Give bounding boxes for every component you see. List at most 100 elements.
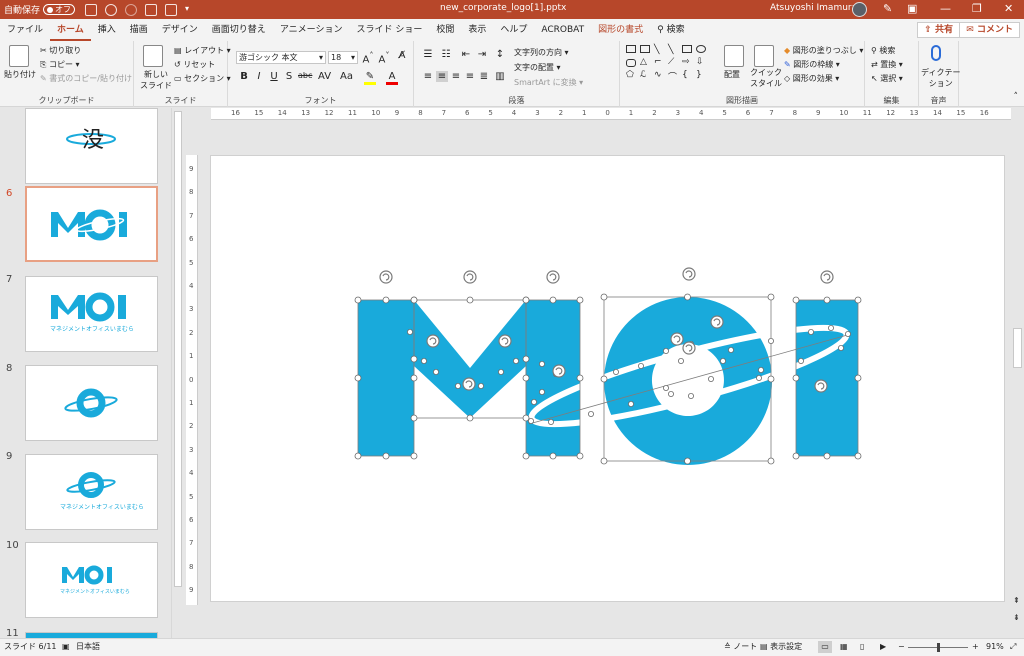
rotate-handle-icon[interactable] bbox=[463, 270, 477, 284]
vertex-handle[interactable] bbox=[477, 382, 484, 389]
triangle-shape-icon[interactable]: △ bbox=[640, 57, 647, 67]
brace-left-shape-icon[interactable]: { bbox=[682, 70, 688, 80]
decrease-indent-icon[interactable]: ⇤ bbox=[460, 49, 472, 60]
tab-file[interactable]: ファイル bbox=[0, 19, 50, 41]
resize-handle[interactable] bbox=[522, 414, 530, 422]
reading-view-icon[interactable]: ▯ bbox=[860, 639, 864, 655]
collapse-ribbon-icon[interactable]: ˄ bbox=[1014, 92, 1019, 102]
resize-handle[interactable] bbox=[823, 296, 831, 304]
resize-handle[interactable] bbox=[410, 374, 418, 382]
zoom-slider[interactable] bbox=[908, 643, 968, 652]
vertex-handle[interactable] bbox=[662, 347, 669, 354]
resize-handle[interactable] bbox=[410, 296, 418, 304]
new-slide-icon[interactable] bbox=[143, 45, 163, 67]
rotate-handle-icon[interactable] bbox=[552, 364, 566, 378]
thumbnails-scrollbar[interactable] bbox=[171, 108, 183, 638]
vertex-handle[interactable] bbox=[719, 357, 726, 364]
find-button[interactable]: ⚲ 検索 bbox=[871, 45, 895, 56]
shrink-font-icon[interactable]: A˅ bbox=[378, 50, 390, 65]
format-painter-button[interactable]: ✎ 書式のコピー/貼り付け bbox=[40, 73, 132, 84]
vertical-textbox-shape-icon[interactable] bbox=[640, 45, 650, 53]
resize-handle[interactable] bbox=[410, 452, 418, 460]
strikethrough-button[interactable]: abc bbox=[298, 71, 312, 80]
slide-thumbnail-6[interactable] bbox=[25, 186, 158, 262]
vertex-handle[interactable] bbox=[538, 360, 545, 367]
align-right-icon[interactable]: ≡ bbox=[450, 71, 462, 82]
resize-handle[interactable] bbox=[600, 375, 608, 383]
arrow-shape-icon[interactable]: ╲ bbox=[668, 45, 673, 55]
rounded-rect-shape-icon[interactable] bbox=[626, 59, 636, 67]
vertex-handle[interactable] bbox=[707, 375, 714, 382]
rotate-handle-icon[interactable] bbox=[710, 315, 724, 329]
resize-handle[interactable] bbox=[823, 452, 831, 460]
microphone-icon[interactable] bbox=[931, 45, 941, 61]
resize-handle[interactable] bbox=[854, 296, 862, 304]
shadow-button[interactable]: S bbox=[283, 71, 295, 82]
bold-button[interactable]: B bbox=[238, 71, 250, 82]
increase-indent-icon[interactable]: ⇥ bbox=[476, 49, 488, 60]
vertex-handle[interactable] bbox=[612, 368, 619, 375]
rotate-handle-icon[interactable] bbox=[498, 334, 512, 348]
resize-handle[interactable] bbox=[854, 452, 862, 460]
shape-fill-button[interactable]: ◆ 図形の塗りつぶし ▾ bbox=[784, 45, 863, 56]
slide-6-canvas[interactable] bbox=[210, 155, 1005, 602]
char-spacing-icon[interactable]: AV bbox=[318, 71, 331, 82]
right-arrow-shape-icon[interactable]: ⇨ bbox=[682, 57, 690, 67]
rotate-handle-icon[interactable] bbox=[670, 332, 684, 346]
vertex-handle[interactable] bbox=[530, 398, 537, 405]
slide-counter[interactable]: スライド 6/11 bbox=[4, 639, 57, 655]
vertex-handle[interactable] bbox=[497, 368, 504, 375]
zoom-level[interactable]: 91% bbox=[986, 639, 1004, 655]
vertex-handle[interactable] bbox=[637, 362, 644, 369]
rotate-handle-icon[interactable] bbox=[682, 341, 696, 355]
tab-shape-format[interactable]: 図形の書式 bbox=[591, 19, 650, 41]
resize-handle[interactable] bbox=[382, 296, 390, 304]
section-button[interactable]: ▭ セクション ▾ bbox=[174, 73, 231, 84]
resize-handle[interactable] bbox=[767, 293, 775, 301]
resize-handle[interactable] bbox=[792, 296, 800, 304]
resize-handle[interactable] bbox=[684, 457, 691, 465]
italic-button[interactable]: I bbox=[253, 71, 265, 82]
save-icon[interactable] bbox=[85, 3, 98, 16]
freeform-shape-icon[interactable]: ℒ bbox=[640, 70, 646, 80]
resize-handle[interactable] bbox=[522, 374, 530, 382]
resize-handle[interactable] bbox=[522, 452, 530, 460]
font-color-icon[interactable]: A bbox=[386, 71, 398, 85]
underline-button[interactable]: U bbox=[268, 71, 280, 82]
rectangle-shape-icon[interactable] bbox=[682, 45, 692, 53]
vertex-handle[interactable] bbox=[667, 390, 674, 397]
slide-thumbnail-8[interactable] bbox=[25, 365, 158, 441]
fit-slide-icon[interactable]: ⤢ bbox=[1010, 639, 1016, 655]
textbox-shape-icon[interactable] bbox=[626, 45, 636, 53]
minimize-icon[interactable]: — bbox=[940, 2, 951, 16]
ribbon-display-icon[interactable]: ▣ bbox=[907, 2, 917, 16]
tab-acrobat[interactable]: ACROBAT bbox=[534, 19, 591, 41]
canvas-scrollbar[interactable]: ⇞ ⇟ bbox=[1011, 108, 1024, 638]
align-left-icon[interactable]: ≡ bbox=[422, 71, 434, 82]
columns-icon[interactable]: ▥ bbox=[494, 71, 506, 82]
vertex-handle[interactable] bbox=[587, 410, 594, 417]
vertex-handle[interactable] bbox=[538, 388, 545, 395]
vertex-handle[interactable] bbox=[677, 357, 684, 364]
resize-handle[interactable] bbox=[854, 374, 862, 382]
wave-shape-icon[interactable]: ∿ bbox=[654, 70, 662, 80]
slide-thumbnail-9[interactable]: マネジメントオフィスいまむら bbox=[25, 454, 158, 530]
oval-shape-icon[interactable] bbox=[696, 45, 706, 53]
tab-transitions[interactable]: 画面切り替え bbox=[205, 19, 273, 41]
autosave[interactable]: 自動保存 オフ bbox=[4, 3, 76, 16]
prev-slide-icon[interactable]: ⇞ bbox=[1013, 596, 1020, 605]
resize-handle[interactable] bbox=[410, 355, 418, 363]
paste-button[interactable]: 貼り付け bbox=[4, 69, 36, 80]
down-arrow-shape-icon[interactable]: ⇩ bbox=[696, 57, 704, 67]
shape-outline-button[interactable]: ✎ 図形の枠線 ▾ bbox=[784, 59, 840, 70]
tab-animations[interactable]: アニメーション bbox=[273, 19, 350, 41]
select-button[interactable]: ↖ 選択 ▾ bbox=[871, 73, 903, 84]
language-status[interactable]: 日本語 bbox=[76, 639, 100, 655]
resize-handle[interactable] bbox=[382, 452, 390, 460]
autosave-toggle[interactable]: オフ bbox=[43, 4, 76, 15]
resize-handle[interactable] bbox=[576, 296, 584, 304]
vertex-handle[interactable] bbox=[687, 392, 694, 399]
highlight-icon[interactable]: ✎ bbox=[364, 71, 376, 85]
vertex-handle[interactable] bbox=[420, 357, 427, 364]
resize-handle[interactable] bbox=[354, 296, 362, 304]
